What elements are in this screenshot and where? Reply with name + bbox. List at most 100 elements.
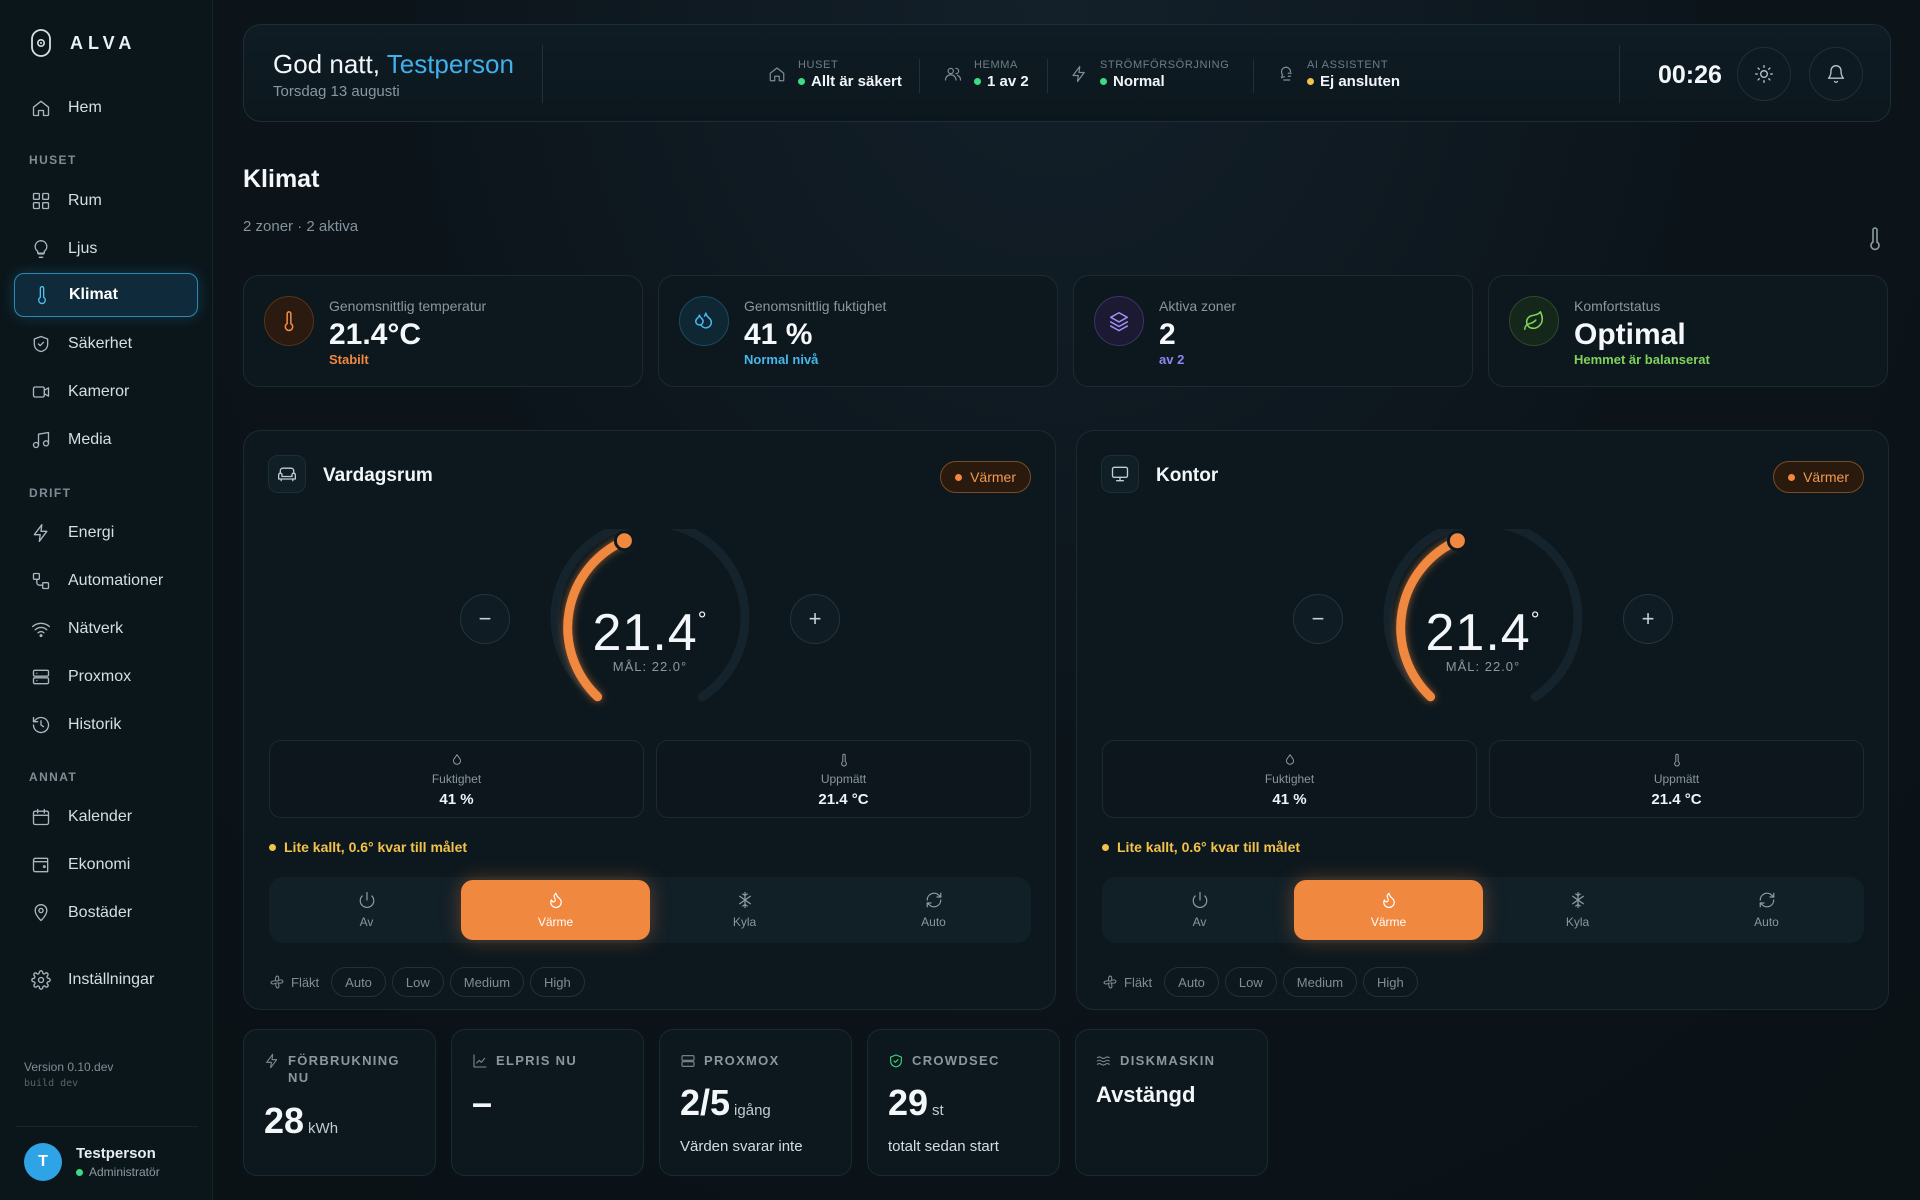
online-status-dot xyxy=(76,1168,83,1176)
sidebar-item-bostader[interactable]: Bostäder xyxy=(14,891,198,935)
increase-temp-button[interactable]: + xyxy=(1623,594,1673,644)
workflow-icon xyxy=(32,572,50,590)
thermometer-icon xyxy=(264,296,314,346)
widget-title: PROXMOX xyxy=(704,1053,780,1068)
status-value: Ej ansluten xyxy=(1320,73,1401,90)
thermometer-icon xyxy=(840,753,847,767)
power-icon xyxy=(359,891,374,908)
avatar[interactable]: T xyxy=(24,1143,62,1181)
sidebar-item-kameror[interactable]: Kameror xyxy=(14,370,198,414)
fan-option-medium[interactable]: Medium xyxy=(449,967,525,997)
layers-icon xyxy=(1094,296,1144,346)
sidebar-item-media[interactable]: Media xyxy=(14,418,198,462)
dial-handle[interactable] xyxy=(613,530,635,552)
user-role: Administratör xyxy=(76,1165,160,1179)
sofa-icon xyxy=(268,455,306,493)
mode-selector: Av Värme Kyla Auto xyxy=(1102,877,1864,943)
thermometer-icon xyxy=(38,286,46,305)
zone-card-kontor: Kontor Värmer − 21.4° MÅL: 22.0° + Fukti… xyxy=(1076,430,1889,1010)
sidebar-item-installningar[interactable]: Inställningar xyxy=(14,958,198,1002)
mode-heat-button[interactable]: Värme xyxy=(461,880,650,940)
mode-off-button[interactable]: Av xyxy=(1105,880,1294,940)
brand[interactable]: ALVA xyxy=(30,28,136,58)
widget-title: ELPRIS NU xyxy=(496,1053,578,1068)
sidebar-item-natverk[interactable]: Nätverk xyxy=(14,607,198,651)
mode-auto-button[interactable]: Auto xyxy=(839,880,1028,940)
fan-option-auto[interactable]: Auto xyxy=(1164,967,1219,997)
mode-auto-button[interactable]: Auto xyxy=(1672,880,1861,940)
shield-check-icon xyxy=(890,1054,902,1068)
mode-heat-button[interactable]: Värme xyxy=(1294,880,1483,940)
status-hemma[interactable]: HEMMA 1 av 2 xyxy=(944,59,1029,90)
greeting-name: Testperson xyxy=(386,49,514,79)
current-temperature-value: 21.4 xyxy=(592,604,698,662)
status-ai-assistent[interactable]: AI ASSISTENT Ej ansluten xyxy=(1277,59,1400,90)
status-badge-label: Värmer xyxy=(970,469,1016,485)
mode-label: Auto xyxy=(921,915,946,929)
sidebar-item-hem[interactable]: Hem xyxy=(14,86,198,130)
sidebar-item-historik[interactable]: Historik xyxy=(14,703,198,747)
fan-selector: Fläkt Auto Low Medium High xyxy=(1102,967,1418,997)
current-temperature-value: 21.4 xyxy=(1425,604,1531,662)
fan-option-high[interactable]: High xyxy=(530,967,585,997)
mode-cool-button[interactable]: Kyla xyxy=(650,880,839,940)
summary-card-comfort: Komfortstatus Optimal Hemmet är balanser… xyxy=(1488,275,1888,387)
grid-icon xyxy=(32,192,50,210)
fan-option-medium[interactable]: Medium xyxy=(1282,967,1358,997)
mode-cool-button[interactable]: Kyla xyxy=(1483,880,1672,940)
increase-temp-button[interactable]: + xyxy=(790,594,840,644)
sidebar-item-label: Inställningar xyxy=(68,971,155,988)
sidebar-item-label: Historik xyxy=(68,716,122,733)
fan-option-high[interactable]: High xyxy=(1363,967,1418,997)
widget-diskmaskin[interactable]: DISKMASKIN Avstängd xyxy=(1075,1029,1268,1176)
widget-crowdsec[interactable]: CROWDSEC 29st totalt sedan start xyxy=(867,1029,1060,1176)
widget-sub: totalt sedan start xyxy=(888,1138,999,1155)
sidebar-item-kalender[interactable]: Kalender xyxy=(14,795,198,839)
widget-value: Avstängd xyxy=(1096,1082,1195,1108)
notifications-button[interactable] xyxy=(1809,47,1863,101)
droplets-icon xyxy=(1285,753,1294,765)
sidebar-item-sakerhet[interactable]: Säkerhet xyxy=(14,322,198,366)
mode-selector: Av Värme Kyla Auto xyxy=(269,877,1031,943)
decrease-temp-button[interactable]: − xyxy=(1293,594,1343,644)
sidebar-item-label: Ekonomi xyxy=(68,856,131,873)
sidebar-item-rum[interactable]: Rum xyxy=(14,179,198,223)
widget-forbrukning[interactable]: FÖRBRUKNING NU 28 kWh xyxy=(243,1029,436,1176)
widget-title: FÖRBRUKNING NU xyxy=(288,1053,400,1085)
sidebar-item-automationer[interactable]: Automationer xyxy=(14,559,198,603)
clock: 00:26 xyxy=(1658,61,1722,89)
sidebar-item-ljus[interactable]: Ljus xyxy=(14,227,198,271)
widget-elpris[interactable]: ELPRIS NU – xyxy=(451,1029,644,1176)
status-huset[interactable]: HUSET Allt är säkert xyxy=(768,59,902,90)
fan-option-low[interactable]: Low xyxy=(391,967,444,997)
status-stromforsorjning[interactable]: STRÖMFÖRSÖRJNING Normal xyxy=(1070,59,1229,90)
decrease-temp-button[interactable]: − xyxy=(460,594,510,644)
sidebar-item-energi[interactable]: Energi xyxy=(14,511,198,555)
theme-toggle-button[interactable] xyxy=(1737,47,1791,101)
home-icon xyxy=(32,100,50,117)
flame-icon xyxy=(549,892,562,909)
widget-proxmox[interactable]: PROXMOX 2/5 igång Värden svarar inte xyxy=(659,1029,852,1176)
humidity-box: Fuktighet 41 % xyxy=(269,740,644,818)
fan-option-low[interactable]: Low xyxy=(1224,967,1277,997)
sidebar-item-ekonomi[interactable]: Ekonomi xyxy=(14,843,198,887)
measured-box: Uppmätt 21.4 °C xyxy=(1489,740,1864,818)
sidebar-section-huset: HUSET xyxy=(29,153,77,167)
status-dot xyxy=(1100,78,1107,85)
dial-handle[interactable] xyxy=(1446,530,1468,552)
sidebar-item-proxmox[interactable]: Proxmox xyxy=(14,655,198,699)
widget-value-number: 28 xyxy=(264,1100,305,1141)
mode-label: Av xyxy=(359,915,374,929)
map-pin-icon xyxy=(34,904,48,922)
humidity-label: Fuktighet xyxy=(431,772,482,786)
measured-box: Uppmätt 21.4 °C xyxy=(656,740,1031,818)
bolt-icon xyxy=(266,1053,278,1069)
fan-option-auto[interactable]: Auto xyxy=(331,967,386,997)
fan-selector: Fläkt Auto Low Medium High xyxy=(269,967,585,997)
user-name[interactable]: Testperson xyxy=(76,1145,156,1162)
waves-icon xyxy=(1096,1056,1110,1066)
mode-off-button[interactable]: Av xyxy=(272,880,461,940)
divider xyxy=(542,45,543,103)
sidebar-item-klimat[interactable]: Klimat xyxy=(14,273,198,317)
sidebar-section-drift: DRIFT xyxy=(29,486,72,500)
